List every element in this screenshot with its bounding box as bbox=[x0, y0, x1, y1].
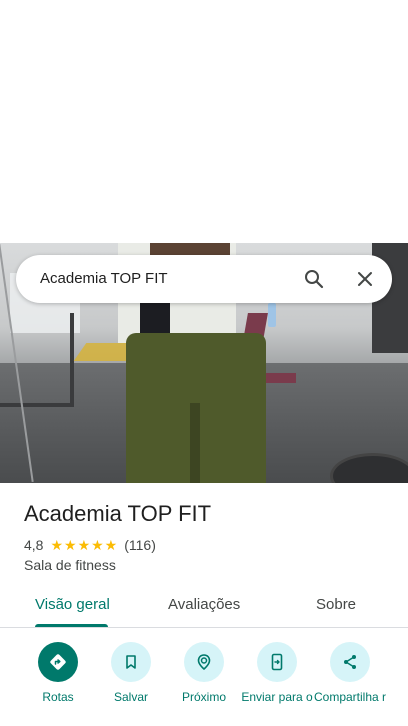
place-category: Sala de fitness bbox=[24, 557, 116, 573]
nearby-button[interactable]: Próximo bbox=[164, 642, 244, 704]
tab-reviews[interactable]: Avaliações bbox=[168, 596, 240, 613]
nearby-icon bbox=[184, 642, 224, 682]
share-button[interactable]: Compartilha r bbox=[310, 642, 390, 704]
save-label: Salvar bbox=[113, 690, 148, 704]
share-icon bbox=[330, 642, 370, 682]
save-button[interactable]: Salvar bbox=[91, 642, 171, 704]
directions-button[interactable]: Rotas bbox=[18, 642, 98, 704]
send-to-phone-label: Enviar para o bbox=[241, 690, 313, 704]
send-to-phone-icon bbox=[257, 642, 297, 682]
search-icon[interactable] bbox=[302, 267, 326, 291]
photo-arm bbox=[150, 243, 230, 255]
tab-overview[interactable]: Visão geral bbox=[35, 596, 110, 613]
nearby-label: Próximo bbox=[181, 690, 226, 704]
search-input[interactable]: Academia TOP FIT bbox=[40, 270, 168, 287]
place-title: Academia TOP FIT bbox=[24, 501, 212, 526]
photo-pants-gap bbox=[190, 403, 200, 483]
rating-row[interactable]: 4,8 ★★★★★ (116) bbox=[24, 536, 156, 554]
directions-icon bbox=[38, 642, 78, 682]
send-to-phone-button[interactable]: Enviar para o bbox=[237, 642, 317, 704]
rating-value: 4,8 bbox=[24, 537, 44, 553]
search-bar[interactable]: Academia TOP FIT bbox=[16, 255, 392, 303]
active-tab-indicator bbox=[35, 624, 108, 627]
tab-about[interactable]: Sobre bbox=[316, 596, 356, 613]
directions-label: Rotas bbox=[42, 690, 74, 704]
share-label: Compartilha r bbox=[313, 690, 387, 704]
review-count: (116) bbox=[124, 537, 156, 553]
bookmark-icon bbox=[111, 642, 151, 682]
star-rating: ★★★★★ bbox=[50, 536, 119, 553]
map-area bbox=[0, 0, 408, 243]
photo-bottle bbox=[268, 303, 276, 327]
tab-bar: Visão geral Avaliações Sobre bbox=[0, 585, 408, 628]
close-icon[interactable] bbox=[353, 267, 377, 291]
